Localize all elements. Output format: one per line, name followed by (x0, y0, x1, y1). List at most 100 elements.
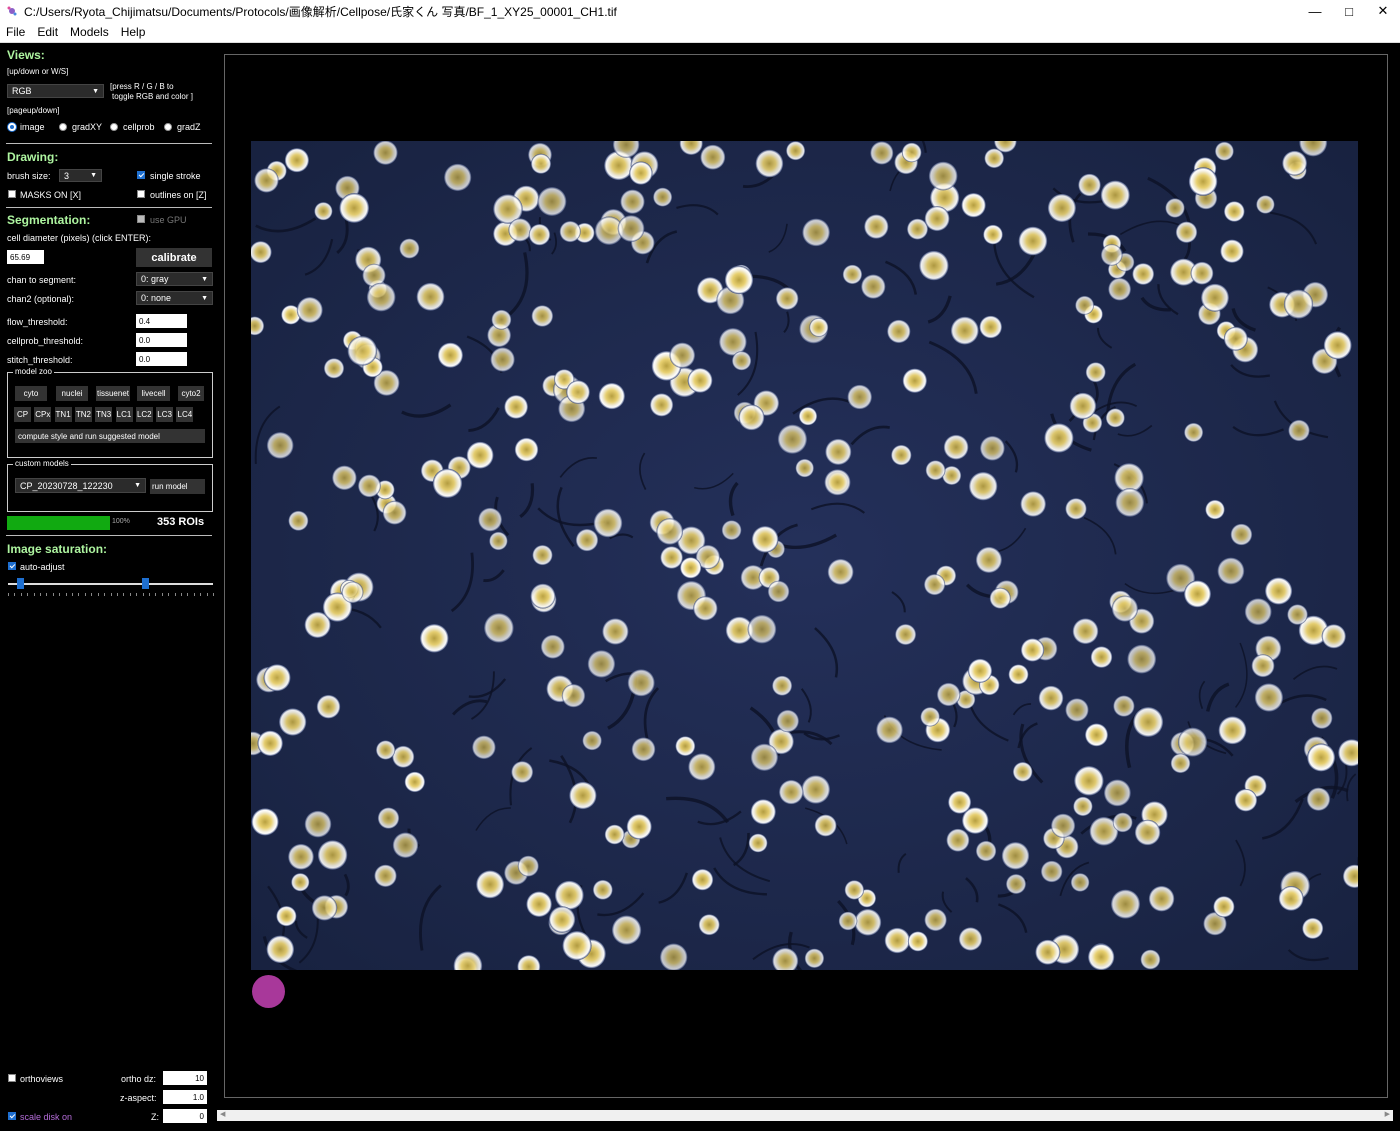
saturation-tick (84, 593, 86, 596)
cell (1306, 787, 1331, 811)
cell (948, 790, 972, 814)
saturation-high-handle[interactable] (142, 578, 150, 589)
model-zoo-nuclei-button[interactable]: nuclei (56, 386, 88, 401)
saturation-slider-track[interactable] (8, 583, 213, 585)
custom-model-value: CP_20230728_122230 (20, 480, 113, 491)
model-zoo-tn1-button[interactable]: TN1 (54, 407, 72, 422)
cell (1178, 727, 1208, 757)
cell (1006, 874, 1026, 894)
progress-text: 100% (112, 518, 130, 525)
cell (750, 799, 776, 825)
custom-model-select[interactable]: CP_20230728_122230 ▼ (15, 478, 146, 493)
stitch-threshold-input[interactable] (136, 352, 187, 366)
cell (776, 709, 799, 733)
ortho-dz-input[interactable] (163, 1071, 207, 1085)
model-zoo-tn3-button[interactable]: TN3 (95, 407, 113, 422)
auto-adjust-label: auto-adjust (20, 562, 65, 572)
cell (920, 707, 940, 727)
cellprob-threshold-input[interactable] (136, 333, 187, 347)
scroll-right-icon[interactable]: ▶ (1385, 1110, 1390, 1118)
model-zoo-cpx-button[interactable]: CPx (34, 407, 52, 422)
cell (276, 906, 297, 927)
saturation-tick (206, 593, 208, 596)
saturation-tick (129, 593, 131, 596)
cell (1110, 889, 1141, 919)
model-zoo-livecell-button[interactable]: livecell (137, 386, 170, 401)
radio-gradz[interactable] (164, 123, 172, 131)
cell (392, 745, 415, 768)
cell (1254, 683, 1284, 712)
microscopy-image[interactable] (251, 141, 1358, 970)
cell (902, 368, 927, 393)
cell (528, 224, 551, 246)
cell (1244, 598, 1272, 626)
saturation-low-handle[interactable] (17, 578, 25, 589)
radio-cellprob[interactable] (110, 123, 118, 131)
model-zoo-tn2-button[interactable]: TN2 (74, 407, 92, 422)
cell (738, 404, 765, 431)
cell (1201, 283, 1229, 312)
cell (1020, 491, 1046, 517)
cell (675, 736, 696, 756)
outlines-on-checkbox[interactable] (137, 190, 145, 198)
cell (1205, 499, 1225, 520)
menu-file[interactable]: File (0, 25, 31, 39)
diameter-input[interactable] (7, 250, 44, 264)
model-zoo-cp-button[interactable]: CP (14, 407, 31, 422)
view-select[interactable]: RGB ▼ (7, 84, 104, 98)
cell (887, 319, 911, 344)
model-zoo-lc2-button[interactable]: LC2 (135, 407, 153, 422)
single-stroke-checkbox[interactable] (137, 171, 145, 179)
calibrate-button[interactable]: calibrate (136, 248, 212, 267)
cell (1190, 261, 1214, 285)
z-aspect-input[interactable] (163, 1090, 207, 1104)
minimize-button[interactable]: — (1298, 0, 1332, 22)
model-zoo-cyto2-button[interactable]: cyto2 (178, 386, 204, 401)
close-button[interactable]: ✕ (1366, 0, 1400, 22)
cell (884, 927, 910, 954)
model-zoo-lc1-button[interactable]: LC1 (115, 407, 133, 422)
menu-help[interactable]: Help (115, 25, 152, 39)
radio-gradxy[interactable] (59, 123, 67, 131)
radio-image[interactable] (8, 123, 16, 131)
chan-select[interactable]: 0: gray ▼ (136, 272, 213, 286)
chevron-down-icon: ▼ (201, 294, 208, 302)
cell (266, 432, 294, 459)
cell (1044, 423, 1074, 453)
model-zoo-lc3-button[interactable]: LC3 (156, 407, 174, 422)
cell (1072, 618, 1099, 645)
masks-on-checkbox[interactable] (8, 190, 16, 198)
cell (924, 206, 950, 232)
cell (775, 287, 799, 310)
brush-size-select[interactable]: 3 ▼ (59, 169, 102, 182)
model-zoo-cyto-button[interactable]: cyto (15, 386, 47, 401)
model-zoo-lc4-button[interactable]: LC4 (176, 407, 194, 422)
saturation-tick (97, 593, 99, 596)
scroll-left-icon[interactable]: ◀ (220, 1110, 225, 1118)
cell (847, 384, 872, 410)
cell (779, 779, 804, 805)
horizontal-scrollbar[interactable]: ◀ ▶ (217, 1110, 1393, 1121)
maximize-button[interactable]: □ (1332, 0, 1366, 22)
suggest-model-button[interactable]: compute style and run suggested model (15, 429, 205, 443)
orthoviews-checkbox[interactable] (8, 1074, 16, 1082)
auto-adjust-checkbox[interactable] (8, 562, 16, 570)
scale-disk-checkbox[interactable] (8, 1112, 16, 1120)
model-zoo-tissuenet-button[interactable]: tissuenet (96, 386, 130, 401)
flow-threshold-input[interactable] (136, 314, 187, 328)
menu-edit[interactable]: Edit (31, 25, 64, 39)
run-model-button[interactable]: run model (150, 479, 205, 494)
menu-models[interactable]: Models (64, 25, 115, 39)
cell (854, 908, 882, 936)
use-gpu-checkbox[interactable] (137, 215, 145, 223)
cell (504, 395, 528, 419)
cell (399, 238, 420, 259)
chan2-select[interactable]: 0: none ▼ (136, 291, 213, 305)
cell (566, 380, 590, 404)
z-input[interactable] (163, 1109, 207, 1123)
cell (1132, 263, 1155, 285)
cell (777, 424, 808, 454)
cell (1220, 239, 1244, 263)
cell (732, 351, 752, 371)
cell (750, 743, 779, 771)
